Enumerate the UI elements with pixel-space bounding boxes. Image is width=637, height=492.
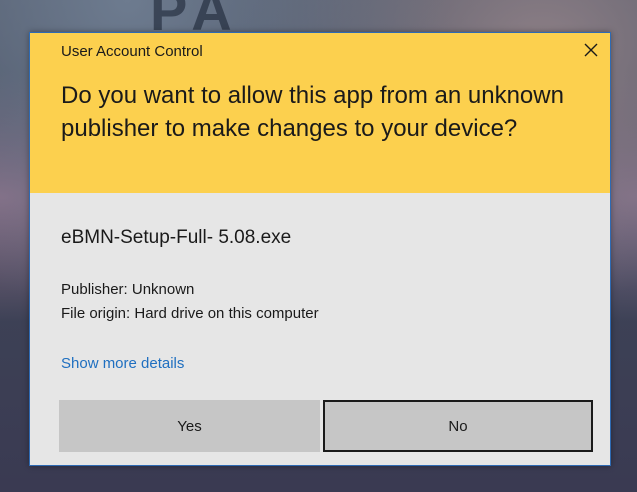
- app-name: eBMN-Setup-Full- 5.08.exe: [61, 227, 292, 248]
- dialog-title: User Account Control: [61, 43, 203, 60]
- no-button[interactable]: No: [323, 400, 593, 452]
- dialog-question: Do you want to allow this app from an un…: [61, 82, 564, 142]
- no-button-label: No: [448, 417, 468, 435]
- publisher-label: Publisher: Unknown: [61, 281, 195, 298]
- dialog-header: User Account Control Do you want to allo…: [30, 33, 610, 193]
- close-icon: [584, 43, 598, 62]
- close-button[interactable]: [576, 37, 606, 67]
- yes-button-label: Yes: [177, 417, 202, 435]
- file-origin-label: File origin: Hard drive on this computer: [61, 305, 319, 322]
- yes-button[interactable]: Yes: [59, 400, 320, 452]
- uac-dialog: User Account Control Do you want to allo…: [29, 32, 611, 466]
- show-more-details-link[interactable]: Show more details: [61, 355, 184, 372]
